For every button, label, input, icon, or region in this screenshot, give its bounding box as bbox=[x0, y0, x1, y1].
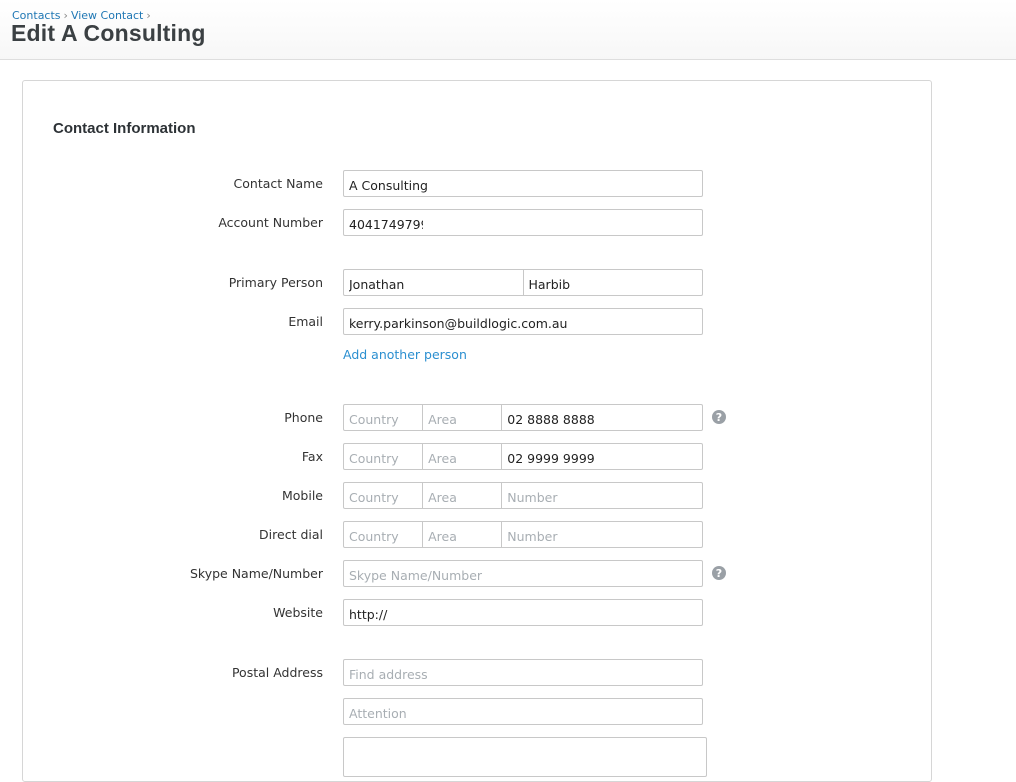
mobile-number-segment bbox=[502, 483, 702, 508]
direct-dial-number-segment bbox=[502, 522, 702, 547]
last-name-segment bbox=[523, 270, 702, 295]
account-number-label: Account Number bbox=[218, 215, 323, 230]
postal-address-label: Postal Address bbox=[231, 665, 323, 680]
fax-field-wrapper bbox=[343, 443, 703, 470]
skype-input[interactable] bbox=[344, 561, 702, 586]
phone-number-input[interactable] bbox=[502, 405, 702, 430]
website-label: Website bbox=[273, 605, 323, 620]
fax-number-segment bbox=[502, 444, 702, 469]
attention-input[interactable] bbox=[344, 699, 702, 724]
find-address-input[interactable] bbox=[344, 660, 702, 685]
page-header: Contacts › View Contact › Edit A Consulting bbox=[0, 0, 1016, 60]
mobile-country-input[interactable] bbox=[344, 483, 423, 508]
direct-dial-field-wrapper bbox=[343, 521, 703, 548]
fax-area-segment bbox=[423, 444, 503, 469]
direct-dial-label: Direct dial bbox=[259, 527, 323, 542]
mobile-area-segment bbox=[423, 483, 503, 508]
first-name-input[interactable] bbox=[344, 270, 523, 295]
website-field-wrapper bbox=[343, 599, 703, 626]
fax-label: Fax bbox=[301, 449, 323, 464]
direct-dial-country-segment bbox=[344, 522, 424, 547]
primary-person-label: Primary Person bbox=[228, 275, 323, 290]
fax-country-input[interactable] bbox=[344, 444, 423, 469]
attention-field-wrapper bbox=[343, 698, 703, 725]
account-number-input[interactable] bbox=[344, 210, 428, 235]
primary-person-field-wrapper bbox=[343, 269, 703, 296]
contact-name-input[interactable] bbox=[344, 171, 702, 196]
skype-field-wrapper bbox=[343, 560, 703, 587]
section-title: Contact Information bbox=[53, 120, 196, 137]
account-number-field-wrapper bbox=[343, 209, 703, 236]
contact-name-field-wrapper bbox=[343, 170, 703, 197]
email-input[interactable] bbox=[344, 309, 702, 334]
email-label: Email bbox=[288, 314, 323, 329]
mobile-number-input[interactable] bbox=[502, 483, 702, 508]
phone-help-icon[interactable]: ? bbox=[712, 410, 726, 424]
phone-label: Phone bbox=[284, 410, 323, 425]
fax-area-input[interactable] bbox=[423, 444, 502, 469]
direct-dial-country-input[interactable] bbox=[344, 522, 423, 547]
direct-dial-area-segment bbox=[423, 522, 503, 547]
direct-dial-area-input[interactable] bbox=[423, 522, 502, 547]
fax-number-input[interactable] bbox=[502, 444, 702, 469]
mobile-area-input[interactable] bbox=[423, 483, 502, 508]
fax-country-segment bbox=[344, 444, 424, 469]
mobile-label: Mobile bbox=[281, 488, 323, 503]
phone-country-segment bbox=[344, 405, 424, 430]
direct-dial-number-input[interactable] bbox=[502, 522, 702, 547]
skype-label: Skype Name/Number bbox=[189, 566, 323, 581]
add-another-person-link[interactable]: Add another person bbox=[343, 347, 467, 362]
mobile-country-segment bbox=[344, 483, 424, 508]
phone-area-segment bbox=[423, 405, 503, 430]
phone-number-segment bbox=[502, 405, 702, 430]
first-name-segment bbox=[344, 270, 524, 295]
skype-help-icon[interactable]: ? bbox=[712, 566, 726, 580]
last-name-input[interactable] bbox=[523, 270, 702, 295]
contact-name-label: Contact Name bbox=[233, 176, 323, 191]
find-address-field-wrapper bbox=[343, 659, 703, 686]
mobile-field-wrapper bbox=[343, 482, 703, 509]
address-lines-textarea[interactable] bbox=[343, 737, 707, 777]
website-input[interactable] bbox=[344, 600, 702, 625]
phone-country-input[interactable] bbox=[344, 405, 423, 430]
page-title: Edit A Consulting bbox=[11, 20, 206, 46]
phone-area-input[interactable] bbox=[423, 405, 502, 430]
phone-field-wrapper bbox=[343, 404, 703, 431]
email-field-wrapper bbox=[343, 308, 703, 335]
